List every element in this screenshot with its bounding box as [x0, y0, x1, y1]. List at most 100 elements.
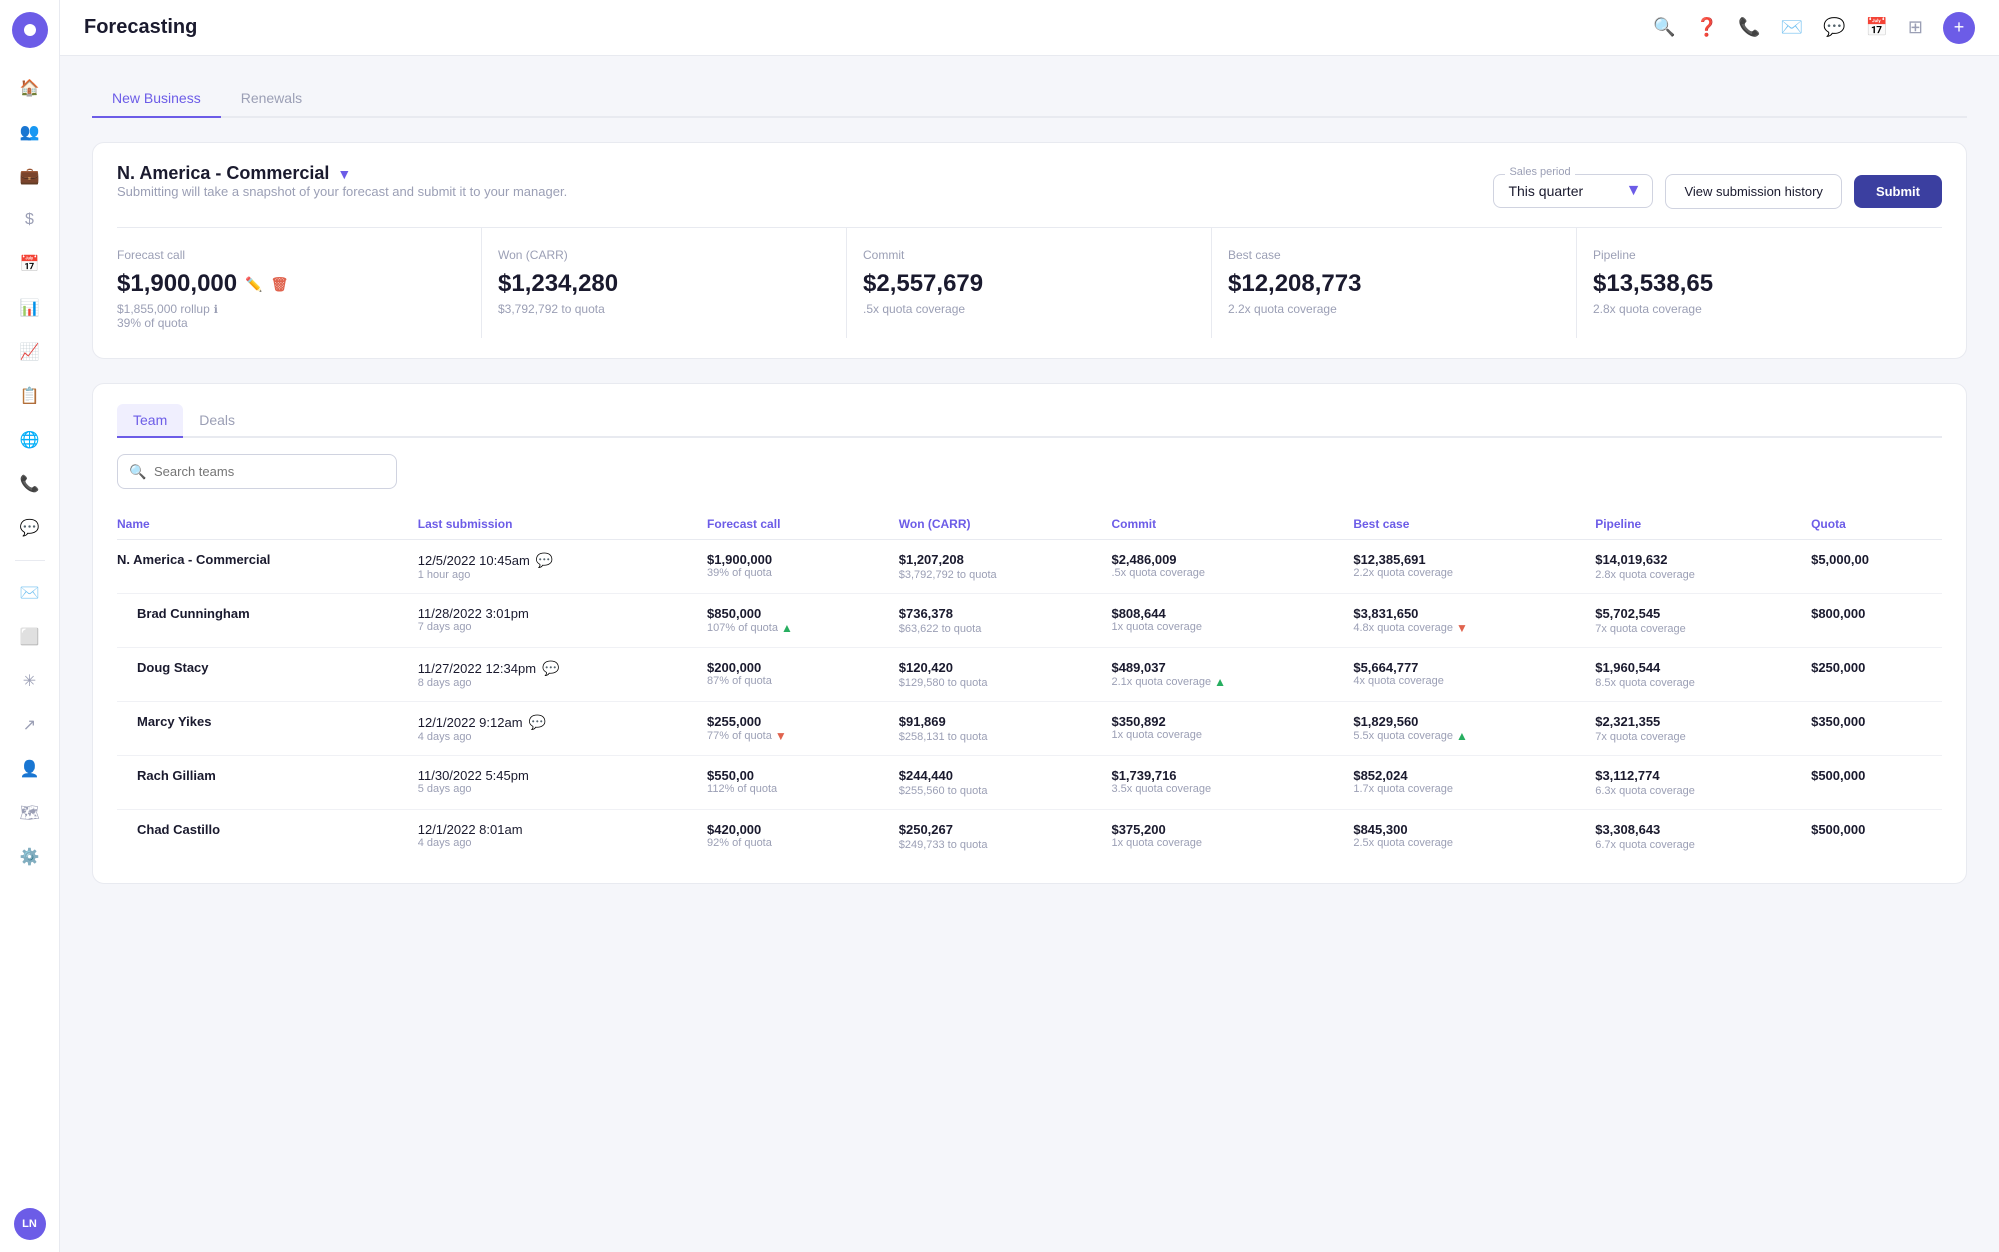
sidebar-item-analytics[interactable]: 📊	[10, 288, 50, 328]
cell-quota: $250,000	[1799, 648, 1942, 702]
tab-team[interactable]: Team	[117, 404, 183, 438]
table-row: Brad Cunningham11/28/2022 3:01pm7 days a…	[117, 594, 1942, 648]
commit-amount: $2,486,009	[1111, 552, 1329, 567]
arrow-up-icon: ▲	[1214, 675, 1226, 689]
summary-title: N. America - Commercial ▼	[117, 163, 567, 184]
forecast-amount: $550,00	[707, 768, 875, 783]
chat-icon[interactable]: 💬	[529, 714, 546, 731]
pipeline-amount: $14,019,632	[1595, 552, 1787, 567]
edit-icon[interactable]: ✏️	[245, 276, 262, 293]
forecast-pct: 77% of quota ▼	[707, 729, 875, 743]
sidebar-item-dollar[interactable]: $	[10, 200, 50, 240]
col-best-case: Best case	[1341, 509, 1583, 540]
app-logo[interactable]	[12, 12, 48, 48]
table-row: N. America - Commercial12/5/2022 10:45am…	[117, 540, 1942, 594]
won-amount: $1,207,208	[899, 552, 1088, 567]
cell-name[interactable]: Doug Stacy	[117, 648, 406, 702]
sidebar-item-reports[interactable]: 📋	[10, 376, 50, 416]
submission-ago: 1 hour ago	[418, 569, 683, 581]
metric-sub-best: 2.2x quota coverage	[1228, 302, 1560, 316]
sidebar-item-calendar[interactable]: 📅	[10, 244, 50, 284]
cell-best: $5,664,7774x quota coverage	[1341, 648, 1583, 702]
sales-period-select[interactable]: This quarter	[1493, 174, 1653, 208]
sidebar-item-home[interactable]: 🏠	[10, 68, 50, 108]
topbar: Forecasting 🔍 ❓ 📞 ✉️ 💬 📅 ⊞ +	[60, 0, 1999, 56]
quota-amount: $5,000,00	[1811, 552, 1930, 567]
cell-name[interactable]: Marcy Yikes	[117, 702, 406, 756]
metric-sub-commit: .5x quota coverage	[863, 302, 1195, 316]
submission-ago: 5 days ago	[418, 783, 683, 795]
sidebar-item-briefcase[interactable]: 💼	[10, 156, 50, 196]
forecast-amount: $1,900,000	[707, 552, 875, 567]
dropdown-arrow-icon[interactable]: ▼	[337, 166, 351, 182]
user-avatar[interactable]: LN	[14, 1208, 46, 1240]
cell-submission: 12/5/2022 10:45am 💬1 hour ago	[406, 540, 695, 594]
metric-value-commit: $2,557,679	[863, 270, 1195, 298]
col-won-carr: Won (CARR)	[887, 509, 1100, 540]
best-amount: $845,300	[1353, 822, 1571, 837]
pipeline-amount: $1,960,544	[1595, 660, 1787, 675]
cell-submission: 11/28/2022 3:01pm7 days ago	[406, 594, 695, 648]
sidebar-item-map[interactable]: 🗺	[10, 793, 50, 833]
cell-pipeline: $2,321,3557x quota coverage	[1583, 702, 1799, 756]
sidebar-item-people[interactable]: 👥	[10, 112, 50, 152]
sidebar-item-globe[interactable]: 🌐	[10, 420, 50, 460]
sidebar-item-forecast[interactable]: 📈	[10, 332, 50, 372]
cell-name[interactable]: N. America - Commercial	[117, 540, 406, 594]
metrics-row: Forecast call $1,900,000 ✏️ 🗑 $1,855,000…	[117, 227, 1942, 338]
sidebar-item-settings[interactable]: ⚙️	[10, 837, 50, 877]
chat-icon[interactable]: 💬	[1823, 17, 1845, 38]
metric-value-won: $1,234,280	[498, 270, 830, 298]
add-button[interactable]: +	[1943, 12, 1975, 44]
cell-forecast: $420,00092% of quota	[695, 810, 887, 864]
cell-name[interactable]: Rach Gilliam	[117, 756, 406, 810]
pipeline-amount: $5,702,545	[1595, 606, 1787, 621]
cell-won: $91,869$258,131 to quota	[887, 702, 1100, 756]
sidebar-item-chat[interactable]: 💬	[10, 508, 50, 548]
sales-period-wrapper: Sales period This quarter ▼	[1493, 174, 1653, 208]
main-tabs: New Business Renewals	[92, 80, 1967, 118]
sidebar-item-star[interactable]: ✳	[10, 661, 50, 701]
won-sub: $129,580 to quota	[899, 677, 1088, 689]
submit-button[interactable]: Submit	[1854, 175, 1942, 208]
summary-title-text: N. America - Commercial	[117, 163, 329, 184]
tab-new-business[interactable]: New Business	[92, 80, 221, 118]
table-header: Name Last submission Forecast call Won (…	[117, 509, 1942, 540]
cell-name[interactable]: Chad Castillo	[117, 810, 406, 864]
grid-icon[interactable]: ⊞	[1908, 17, 1923, 38]
cell-submission: 11/30/2022 5:45pm5 days ago	[406, 756, 695, 810]
mail-icon[interactable]: ✉️	[1781, 17, 1803, 38]
search-input[interactable]	[117, 454, 397, 489]
summary-subtitle: Submitting will take a snapshot of your …	[117, 184, 567, 199]
tab-renewals[interactable]: Renewals	[221, 80, 322, 118]
cell-quota: $500,000	[1799, 756, 1942, 810]
chat-icon[interactable]: 💬	[536, 552, 553, 569]
view-history-button[interactable]: View submission history	[1665, 174, 1841, 209]
tab-deals[interactable]: Deals	[183, 404, 251, 438]
chat-icon[interactable]: 💬	[542, 660, 559, 677]
help-icon[interactable]: ❓	[1696, 17, 1718, 38]
sidebar-item-layers[interactable]: ⬜	[10, 617, 50, 657]
team-tabs: Team Deals	[117, 404, 1942, 438]
cell-name[interactable]: Brad Cunningham	[117, 594, 406, 648]
commit-sub: 1x quota coverage	[1111, 621, 1329, 633]
sidebar-item-trending[interactable]: ↗	[10, 705, 50, 745]
sidebar-item-phone[interactable]: 📞	[10, 464, 50, 504]
phone-icon[interactable]: 📞	[1738, 17, 1760, 38]
summary-header: N. America - Commercial ▼ Submitting wil…	[117, 163, 1942, 219]
commit-amount: $375,200	[1111, 822, 1329, 837]
metric-label-best: Best case	[1228, 248, 1560, 262]
delete-icon[interactable]: 🗑	[271, 276, 289, 293]
sidebar-item-team2[interactable]: 👤	[10, 749, 50, 789]
calendar-icon[interactable]: 📅	[1865, 17, 1887, 38]
submission-ago: 4 days ago	[418, 837, 683, 849]
cell-quota: $5,000,00	[1799, 540, 1942, 594]
submission-date: 11/30/2022 5:45pm	[418, 768, 683, 783]
col-commit: Commit	[1099, 509, 1341, 540]
quota-amount: $500,000	[1811, 768, 1930, 783]
sidebar-item-send[interactable]: ✉️	[10, 573, 50, 613]
cell-pipeline: $3,308,6436.7x quota coverage	[1583, 810, 1799, 864]
cell-quota: $350,000	[1799, 702, 1942, 756]
search-icon[interactable]: 🔍	[1653, 17, 1675, 38]
table-row: Rach Gilliam11/30/2022 5:45pm5 days ago$…	[117, 756, 1942, 810]
